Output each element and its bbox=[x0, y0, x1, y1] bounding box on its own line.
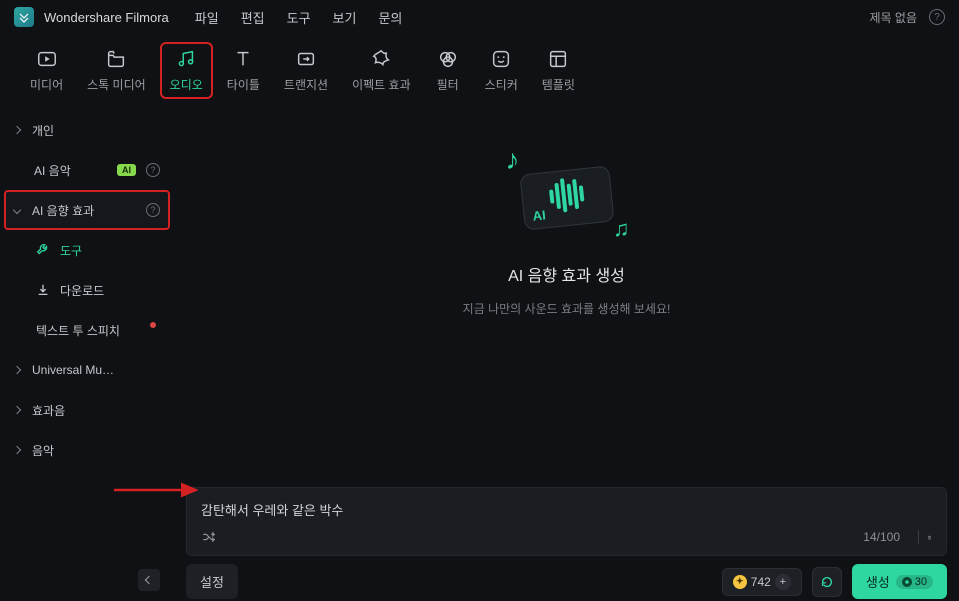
project-name: 제목 없음 bbox=[870, 9, 918, 26]
hero-graphic: ♪ AI ♫ bbox=[502, 148, 632, 248]
media-icon bbox=[36, 48, 58, 70]
prompt-footer: 14/100 bbox=[201, 529, 932, 545]
audio-icon bbox=[175, 48, 197, 70]
generate-cost: 30 bbox=[896, 575, 933, 589]
transitions-icon bbox=[295, 48, 317, 70]
chevron-down-icon bbox=[13, 206, 21, 214]
hero-subtitle: 지금 나만의 사운드 효과를 생성해 보세요! bbox=[463, 300, 671, 317]
toolbar-stickers[interactable]: 스티커 bbox=[475, 42, 528, 99]
toolbar: 미디어 스톡 미디어 오디오 타이틀 트랜지션 이펙트 효과 필터 스티커 템플… bbox=[0, 34, 959, 108]
toolbar-templates[interactable]: 템플릿 bbox=[532, 42, 585, 99]
stock-icon bbox=[105, 48, 127, 70]
stickers-icon bbox=[490, 48, 512, 70]
trash-icon[interactable] bbox=[918, 530, 932, 544]
credits-pill[interactable]: ✦ 742 + bbox=[722, 568, 802, 596]
help-icon[interactable]: ? bbox=[146, 163, 160, 177]
chevron-right-icon bbox=[13, 126, 21, 134]
titles-icon bbox=[232, 48, 254, 70]
plus-icon[interactable]: + bbox=[775, 574, 791, 590]
toolbar-filters[interactable]: 필터 bbox=[425, 42, 471, 99]
ai-wave-card: AI bbox=[519, 165, 614, 230]
effects-icon bbox=[370, 48, 392, 70]
titlebar: Wondershare Filmora 파일 편집 도구 보기 문의 제목 없음… bbox=[0, 0, 959, 34]
menu-view[interactable]: 보기 bbox=[333, 8, 357, 27]
sidebar-item-ai-music[interactable]: AI 음악 AI ? bbox=[0, 150, 174, 190]
toolbar-stock-media[interactable]: 스톡 미디어 bbox=[77, 42, 156, 99]
sidebar-item-music[interactable]: 음악 bbox=[0, 430, 174, 470]
hero-title: AI 음향 효과 생성 bbox=[508, 262, 625, 286]
templates-icon bbox=[547, 48, 569, 70]
help-icon[interactable]: ? bbox=[146, 203, 160, 217]
refresh-button[interactable] bbox=[812, 567, 842, 597]
toolbar-audio[interactable]: 오디오 bbox=[160, 42, 213, 99]
menu-edit[interactable]: 편집 bbox=[241, 8, 265, 27]
music-note-icon: ♪ bbox=[506, 144, 520, 176]
chevron-right-icon bbox=[13, 406, 21, 414]
bottom-row: 설정 ✦ 742 + 생성 30 bbox=[186, 564, 947, 601]
sidebar-sub-tools[interactable]: 도구 bbox=[0, 230, 174, 270]
credits-value: 742 bbox=[751, 575, 771, 589]
prompt-text[interactable]: 감탄해서 우레와 같은 박수 bbox=[201, 500, 932, 519]
sidebar-item-sfx[interactable]: 효과음 bbox=[0, 390, 174, 430]
sidebar-sub-tts[interactable]: 텍스트 투 스피치 bbox=[0, 310, 174, 350]
settings-button[interactable]: 설정 bbox=[186, 564, 238, 599]
app-title: Wondershare Filmora bbox=[44, 10, 169, 25]
prompt-area: 감탄해서 우레와 같은 박수 14/100 설정 ✦ 742 + bbox=[174, 487, 947, 601]
menu-tools[interactable]: 도구 bbox=[287, 8, 311, 27]
toolbar-media[interactable]: 미디어 bbox=[20, 42, 73, 99]
chevron-right-icon bbox=[13, 366, 21, 374]
ai-badge: AI bbox=[117, 164, 136, 176]
help-icon[interactable]: ? bbox=[929, 9, 945, 25]
menu-bar: 파일 편집 도구 보기 문의 bbox=[195, 8, 403, 27]
wrench-icon bbox=[36, 243, 50, 257]
coin-icon: ✦ bbox=[733, 575, 747, 589]
sidebar-item-universal-music[interactable]: Universal Mu… bbox=[0, 350, 174, 390]
sidebar-sub-download[interactable]: 다운로드 bbox=[0, 270, 174, 310]
toolbar-transitions[interactable]: 트랜지션 bbox=[274, 42, 338, 99]
prompt-box[interactable]: 감탄해서 우레와 같은 박수 14/100 bbox=[186, 487, 947, 556]
music-note-icon: ♫ bbox=[613, 216, 630, 242]
toolbar-effects[interactable]: 이펙트 효과 bbox=[342, 42, 421, 99]
char-counter: 14/100 bbox=[863, 530, 900, 544]
generate-button[interactable]: 생성 30 bbox=[852, 564, 947, 599]
filters-icon bbox=[437, 48, 459, 70]
content: ♪ AI ♫ AI 음향 효과 생성 지금 나만의 사운드 효과를 생성해 보세… bbox=[174, 108, 959, 601]
hero: ♪ AI ♫ AI 음향 효과 생성 지금 나만의 사운드 효과를 생성해 보세… bbox=[463, 148, 671, 317]
toolbar-titles[interactable]: 타이틀 bbox=[217, 42, 270, 99]
chevron-right-icon bbox=[13, 446, 21, 454]
sidebar: 개인 AI 음악 AI ? AI 음향 효과 ? 도구 다운로드 텍스트 투 스… bbox=[0, 108, 174, 601]
app-logo bbox=[14, 7, 34, 27]
new-indicator bbox=[150, 322, 156, 328]
menu-file[interactable]: 파일 bbox=[195, 8, 219, 27]
shuffle-icon[interactable] bbox=[201, 529, 217, 545]
sidebar-collapse[interactable] bbox=[138, 569, 160, 591]
titlebar-right: 제목 없음 ? bbox=[870, 9, 946, 26]
main: 개인 AI 음악 AI ? AI 음향 효과 ? 도구 다운로드 텍스트 투 스… bbox=[0, 108, 959, 601]
menu-help[interactable]: 문의 bbox=[378, 8, 402, 27]
sidebar-item-ai-sound-effect[interactable]: AI 음향 효과 ? bbox=[4, 190, 170, 230]
sidebar-item-personal[interactable]: 개인 bbox=[0, 110, 174, 150]
download-icon bbox=[36, 283, 50, 297]
